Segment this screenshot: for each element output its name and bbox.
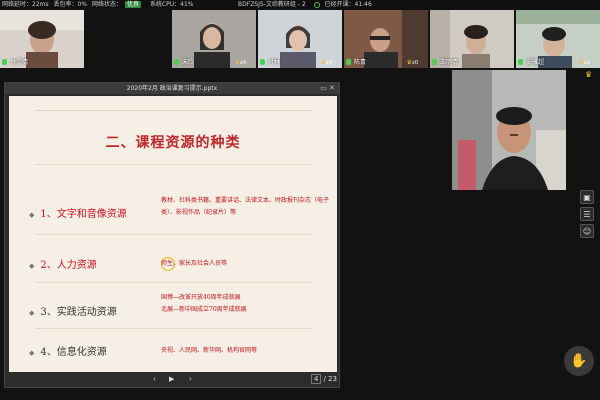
meeting-info: BDFZSJS-文综教研组 - 2 已经开课：41:46 (238, 0, 372, 10)
diamond-bullet-icon: ◆ (29, 211, 35, 219)
mic-icon (518, 59, 523, 65)
participant-tile[interactable]: 陈青 ♛ x0 (344, 10, 428, 68)
diamond-bullet-icon: ◆ (29, 309, 35, 317)
side-toolbar: ▣ ☰ ☺ (580, 190, 594, 241)
elapsed-time: 已经开课：41:46 (324, 1, 372, 8)
participant-tile[interactable]: 王明倩 (430, 10, 514, 68)
mic-icon (174, 59, 179, 65)
slide-item-label: 1、文字和音像资源 (40, 209, 127, 220)
network-status-label: 网络状态： (91, 1, 122, 8)
slide-item-label: 2、人力资源 (40, 260, 97, 271)
list-icon[interactable]: ☰ (580, 207, 594, 221)
participant-tile[interactable]: 安雅超 ♛ x1 (516, 10, 600, 68)
participant-name: 宋欣 (182, 59, 195, 66)
presentation-titlebar: 2020年2月 政治课复习提示.pptx ▭ ✕ (5, 83, 339, 94)
classroom-app: 网络延时：22ms 丢包率：0% 网络状态： 优良 系统CPU：41% BDFZS… (0, 0, 600, 400)
presentation-nav: ‹ ▶ › 4/ 23 (5, 372, 339, 387)
slide-item-label: 3、实践活动资源 (40, 307, 117, 318)
participant-name: 安雅超 (526, 59, 545, 66)
raise-hand-icon[interactable]: ✋ (564, 346, 594, 376)
speaker-video[interactable] (452, 70, 566, 190)
slide-item: ◆ 1、文字和音像资源 (29, 205, 127, 220)
next-slide-button[interactable]: › (189, 372, 192, 387)
mic-icon (260, 59, 265, 65)
slide-item-desc: 央视、人民网、新华网、机构官网等 (161, 347, 258, 354)
cpu-usage: 系统CPU：41% (149, 1, 194, 8)
participant-name: 陈青 (354, 59, 367, 66)
packet-loss: 丢包率：0% (53, 1, 88, 8)
slide-item-desc: 师生、家长及社会人员等 (161, 260, 228, 267)
total-pages: / 23 (323, 375, 337, 383)
status-bar: 网络延时：22ms 丢包率：0% 网络状态： 优良 系统CPU：41% BDFZS… (0, 0, 600, 10)
network-latency: 网络延时：22ms (2, 1, 49, 8)
slide-top-line (35, 110, 313, 111)
participant-tile[interactable]: 付林 ♛ x4 (258, 10, 342, 68)
timer-icon (313, 1, 320, 8)
slide-item-desc: 国博—改革开放40周年成就展 北展—新中国成立70周年成就展 (161, 292, 331, 316)
reward-count: x1 (583, 60, 590, 66)
slide-item-desc-line: 北展—新中国成立70周年成就展 (161, 306, 247, 313)
slide-divider (35, 234, 313, 235)
slide-item: ◆ 3、实践活动资源 (29, 303, 117, 318)
presentation-filename: 2020年2月 政治课复习提示.pptx (126, 85, 218, 92)
slide-canvas: 二、课程资源的种类 ◆ 1、文字和音像资源 教材、社科类书籍、重要讲话、法律文本、… (9, 96, 337, 372)
speaker-video-frame (452, 70, 566, 190)
participant-name: 付雪倩 (10, 59, 29, 66)
participant-strip: 付雪倩 宋欣 ♛ x4 付林 ♛ x4 陈青 ♛ x0 王明倩 安雅超 ♛ x1… (0, 10, 600, 79)
diamond-bullet-icon: ◆ (29, 349, 35, 357)
reward-count: x4 (239, 60, 246, 66)
page-indicator: 4/ 23 (311, 372, 337, 387)
meeting-title: BDFZSJS-文综教研组 - 2 (238, 1, 306, 8)
prev-slide-button[interactable]: ‹ (153, 372, 156, 387)
presentation-window: 2020年2月 政治课复习提示.pptx ▭ ✕ 二、课程资源的种类 ◆ 1、文字… (4, 82, 340, 388)
reward-count: x0 (411, 60, 418, 66)
diamond-bullet-icon: ◆ (29, 262, 35, 270)
mic-icon (346, 59, 351, 65)
current-page-input[interactable]: 4 (311, 374, 322, 384)
window-controls-icon[interactable]: ▭ ✕ (320, 84, 335, 93)
mic-icon (432, 59, 437, 65)
participant-name: 王明倩 (440, 59, 459, 66)
network-status-badge: 优良 (125, 1, 142, 8)
participant-tile[interactable]: 付雪倩 (0, 10, 84, 68)
slide-item: ◆ 4、信息化资源 (29, 343, 107, 358)
slide-divider (35, 282, 313, 283)
crown-icon: ♛ (585, 70, 593, 79)
slide-heading: 二、课程资源的种类 (105, 135, 241, 151)
network-info: 网络延时：22ms 丢包率：0% 网络状态： 优良 系统CPU：41% (2, 0, 196, 10)
play-button[interactable]: ▶ (169, 372, 174, 387)
slide-item-desc-line: 国博—改革开放40周年成就展 (161, 294, 241, 301)
slide-item: ◆ 2、人力资源 (29, 256, 97, 271)
slide-item-desc: 教材、社科类书籍、重要讲话、法律文本、时政报刊杂志（电子类）、影视作品（纪录片）… (161, 197, 330, 216)
image-icon[interactable]: ▣ (580, 190, 594, 204)
participant-tile[interactable]: 宋欣 ♛ x4 (172, 10, 256, 68)
slide-item-label: 4、信息化资源 (40, 347, 107, 358)
people-icon[interactable]: ☺ (580, 224, 594, 238)
participant-name: 付林 (268, 59, 281, 66)
slide-divider (35, 164, 313, 165)
reward-count: x4 (325, 60, 332, 66)
slide-divider (35, 328, 313, 329)
mic-icon (2, 59, 7, 65)
